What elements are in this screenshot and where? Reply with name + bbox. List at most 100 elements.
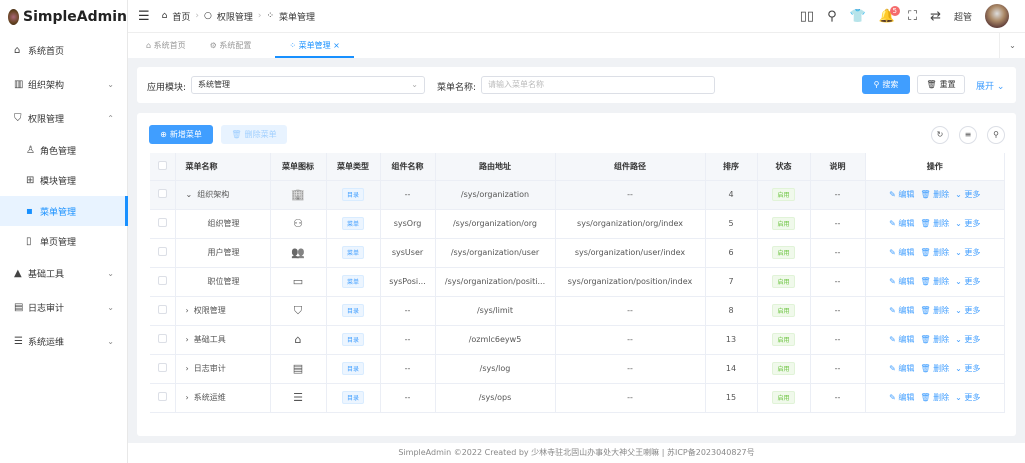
row-checkbox[interactable] [150,354,176,384]
description-cell: -- [810,383,866,413]
building-icon: ▥ [14,78,24,90]
more-button[interactable]: ⌄ 更多 [955,248,980,257]
component-name-cell: -- [380,354,436,384]
theme-shirt-icon[interactable]: 👕 [850,9,866,24]
expand-icon[interactable]: › [186,335,189,344]
module-select[interactable]: 系统管理 ⌄ [191,76,425,94]
sidebar-item[interactable]: ♙ 角色管理 [0,135,128,165]
sidebar-item[interactable]: ☰ 系统运维 ⌄ [0,326,128,356]
edit-button[interactable]: ✎ 编辑 [889,335,914,344]
row-checkbox[interactable] [150,238,176,268]
grid-icon: ⊞ [26,174,35,186]
chevron-down-icon[interactable]: ⌄ [999,33,1025,58]
search-button[interactable]: ⚲ 搜索 [862,75,910,94]
delete-button[interactable]: 🗑 删除 [920,190,949,199]
row-checkbox[interactable] [150,325,176,355]
table-row[interactable]: › 日志审计 ▤ 目录 -- /sys/log -- 14 启用 -- ✎ 编辑 🗑… [150,354,1005,384]
table-row[interactable]: › 系统运维 ☰ 目录 -- /sys/ops -- 15 启用 -- ✎ 编辑 🗑… [150,383,1005,413]
edit-button[interactable]: ✎ 编辑 [889,364,914,373]
more-button[interactable]: ⌄ 更多 [955,393,980,402]
sort-cell: 8 [705,296,758,326]
layout-icon[interactable]: ▯▯ [800,9,814,24]
delete-button[interactable]: 🗑 删除 [920,219,949,228]
more-button[interactable]: ⌄ 更多 [955,364,980,373]
logo[interactable]: SimpleAdmin [0,0,127,33]
table-row[interactable]: › 基础工具 ⌂ 目录 -- /ozmlc6eyw5 -- 13 启用 -- ✎ … [150,325,1005,355]
table-row[interactable]: 组织管理 ⚇ 菜单 sysOrg /sys/organization/org s… [150,209,1005,239]
component-name-cell: -- [380,296,436,326]
grid-icon: ▪ [26,205,33,217]
more-button[interactable]: ⌄ 更多 [955,219,980,228]
fullscreen-icon[interactable]: ⛶ [908,9,917,24]
column-settings-icon[interactable]: ≡ [959,126,977,144]
breadcrumb-item[interactable]: 首页 [172,10,190,23]
search-icon[interactable]: ⚲ [987,126,1005,144]
sidebar-item[interactable]: ▤ 日志审计 ⌄ [0,292,128,322]
table-row[interactable]: 职位管理 ▭ 菜单 sysPosi... /sys/organization/p… [150,267,1005,297]
delete-button[interactable]: 🗑 删除 [920,335,949,344]
tab-menu[interactable]: ⁘ 菜单管理 × [275,33,354,58]
delete-menu-button[interactable]: 🗑 删除菜单 [221,125,287,144]
sidebar-item[interactable]: ▪ 菜单管理 [0,196,128,226]
delete-button[interactable]: 🗑 删除 [920,364,949,373]
close-icon[interactable]: × [333,41,340,50]
row-checkbox[interactable] [150,267,176,297]
menu-name-input[interactable]: 请输入菜单名称 [481,76,715,94]
more-button[interactable]: ⌄ 更多 [955,190,980,199]
delete-button[interactable]: 🗑 删除 [920,248,949,257]
delete-button[interactable]: 🗑 删除 [920,393,949,402]
edit-button[interactable]: ✎ 编辑 [889,277,914,286]
row-checkbox[interactable] [150,209,176,239]
bell-icon[interactable]: 🔔 5 [879,5,900,24]
sort-cell: 6 [705,238,758,268]
column-header: 说明 [810,153,866,181]
tab-bar: ⌂ 系统首页 ⚙ 系统配置 ⁘ 菜单管理 × ⌄ [128,33,1025,58]
breadcrumb-item[interactable]: 权限管理 [217,10,253,23]
table-row[interactable]: ⌄ 组织架构 🏢 目录 -- /sys/organization -- 4 启用 … [150,180,1005,210]
expand-link[interactable]: 展开 ⌄ [976,79,1004,92]
expand-icon[interactable]: › [186,306,189,315]
edit-button[interactable]: ✎ 编辑 [889,190,914,199]
column-header: 排序 [705,153,758,181]
row-checkbox[interactable] [150,296,176,326]
sort-cell: 4 [705,180,758,210]
table-row[interactable]: › 权限管理 ⛉ 目录 -- /sys/limit -- 8 启用 -- ✎ 编辑… [150,296,1005,326]
add-menu-button[interactable]: ⊕ 新增菜单 [149,125,213,144]
route-cell: /sys/ops [435,383,556,413]
avatar[interactable] [985,4,1009,28]
sidebar-item[interactable]: ⛉ 权限管理 ⌃ [0,103,128,133]
delete-button[interactable]: 🗑 删除 [920,306,949,315]
expand-icon[interactable]: › [186,364,189,373]
tab-home[interactable]: ⌂ 系统首页 [146,40,186,51]
more-button[interactable]: ⌄ 更多 [955,277,980,286]
menu-toggle-icon[interactable]: ☰ [138,9,150,24]
sidebar-item[interactable]: ⌂ 系统首页 [0,35,128,65]
expand-icon[interactable]: ⌄ [186,190,193,199]
tab-config[interactable]: ⚙ 系统配置 [210,40,252,51]
row-checkbox[interactable] [150,180,176,210]
sidebar-item-label: 角色管理 [40,146,77,157]
user-name[interactable]: 超管 [954,10,972,23]
sidebar-item[interactable]: ⊞ 模块管理 [0,165,128,195]
more-button[interactable]: ⌄ 更多 [955,306,980,315]
edit-button[interactable]: ✎ 编辑 [889,248,914,257]
search-icon[interactable]: ⚲ [827,9,837,24]
table-row[interactable]: 用户管理 👥 菜单 sysUser /sys/organization/user… [150,238,1005,268]
more-button[interactable]: ⌄ 更多 [955,335,980,344]
menu-icon-cell: 👥 [270,238,327,268]
route-cell: /sys/limit [435,296,556,326]
sidebar-item[interactable]: ▥ 组织架构 ⌄ [0,69,128,99]
row-checkbox[interactable] [150,383,176,413]
route-cell: /sys/organization/positi... [435,267,556,297]
edit-button[interactable]: ✎ 编辑 [889,393,914,402]
refresh-icon[interactable]: ↻ [931,126,949,144]
switch-icon[interactable]: ⇄ [930,9,941,24]
edit-button[interactable]: ✎ 编辑 [889,306,914,315]
sidebar-item[interactable]: ▯ 单页管理 [0,226,128,256]
delete-button[interactable]: 🗑 删除 [920,277,949,286]
sidebar-item[interactable]: ▲ 基础工具 ⌄ [0,258,128,288]
edit-button[interactable]: ✎ 编辑 [889,219,914,228]
expand-icon[interactable]: › [186,393,189,402]
reset-button[interactable]: 🗑 重置 [917,75,965,94]
select-all-checkbox[interactable] [150,153,176,181]
